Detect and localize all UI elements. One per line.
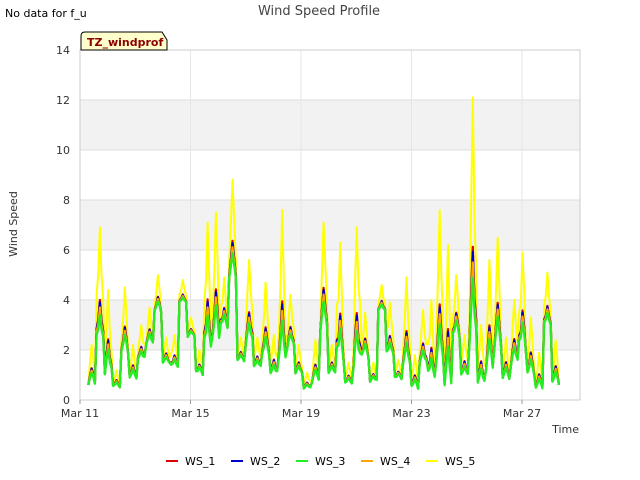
x-axis-label: Time — [551, 423, 579, 436]
legend-item-label: WS_1 — [185, 455, 215, 468]
x-tick-label: Mar 15 — [171, 407, 209, 420]
wind-speed-chart: Wind Speed Profile 02468101214 Mar 11 Mar… — [7, 4, 581, 468]
y-tick-label: 12 — [56, 94, 70, 107]
grid-band — [80, 200, 580, 250]
badge-label: TZ_windprof — [87, 36, 163, 49]
legend-item-label: WS_3 — [315, 455, 345, 468]
legend-item-label: WS_5 — [445, 455, 475, 468]
legend-item-label: WS_4 — [380, 455, 410, 468]
y-tick-label: 6 — [63, 244, 70, 257]
grid-band — [80, 100, 580, 150]
x-tick-label: Mar 19 — [282, 407, 320, 420]
legend: WS_1 WS_2 WS_3 WS_4 WS_5 — [166, 455, 475, 468]
y-tick-label: 8 — [63, 194, 70, 207]
y-tick-label: 2 — [63, 344, 70, 357]
y-tick-label: 4 — [63, 294, 70, 307]
x-axis-ticks: Mar 11 Mar 15 Mar 19 Mar 23 Mar 27 — [61, 400, 541, 420]
x-tick-label: Mar 11 — [61, 407, 99, 420]
y-tick-label: 14 — [56, 44, 70, 57]
y-axis-label: Wind Speed — [7, 191, 20, 257]
y-tick-label: 0 — [63, 394, 70, 407]
x-tick-label: Mar 27 — [503, 407, 541, 420]
legend-item-label: WS_2 — [250, 455, 280, 468]
dataset-badge: TZ_windprof — [80, 31, 168, 51]
y-axis-ticks: 0 2 4 6 8 10 12 14 — [56, 44, 70, 407]
chart-title: Wind Speed Profile — [258, 4, 380, 19]
y-tick-label: 10 — [56, 144, 70, 157]
x-tick-label: Mar 23 — [392, 407, 430, 420]
